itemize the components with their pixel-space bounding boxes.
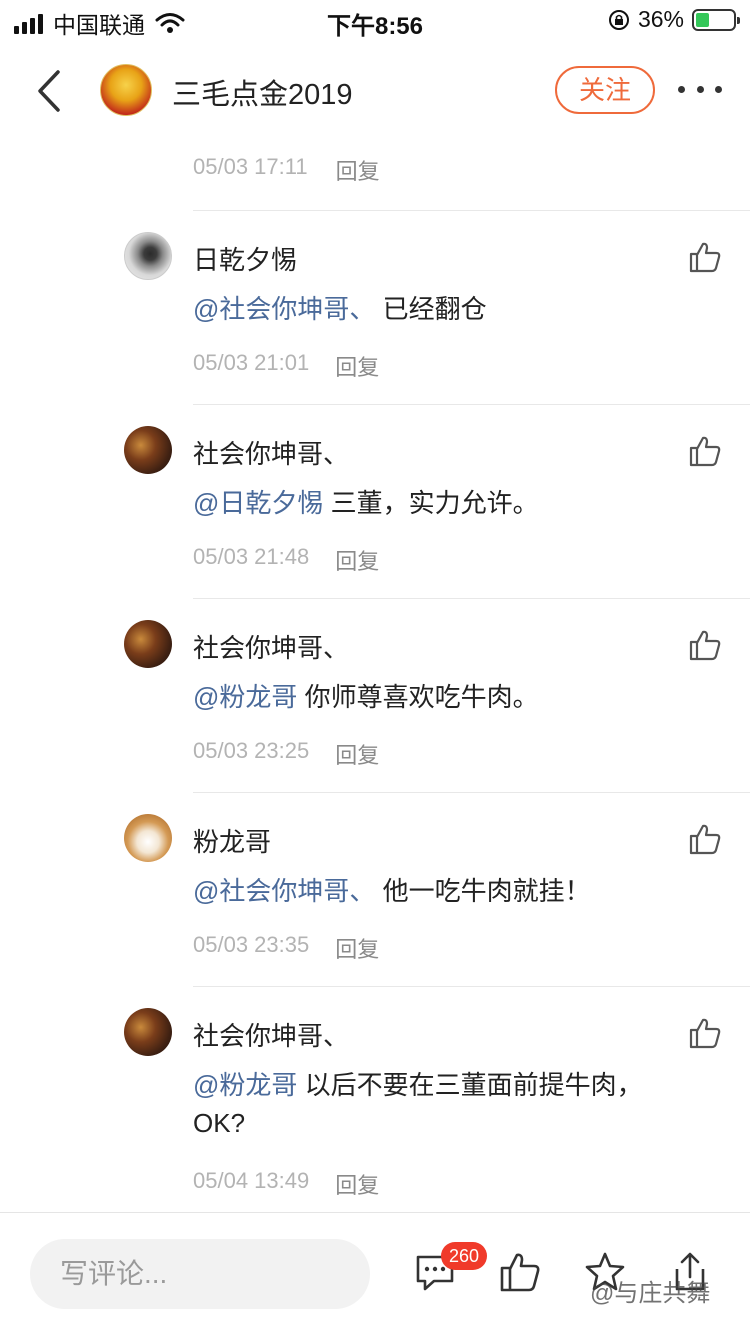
reply-body: 已经翻仓 xyxy=(375,294,487,324)
user-name[interactable]: 日乾夕惕 xyxy=(193,240,297,277)
mention-link[interactable]: @粉龙哥 xyxy=(193,682,297,712)
status-right: 36% xyxy=(608,6,740,33)
follow-button[interactable]: 关注 xyxy=(555,66,655,114)
comment-count-badge: 260 xyxy=(441,1242,487,1270)
reply-button[interactable]: 回复 xyxy=(335,350,379,382)
reply-item: 社会你坤哥、 @粉龙哥 你师尊喜欢吃牛肉。 05/03 23:25 回复 xyxy=(0,598,750,792)
reply-meta: 05/03 23:25 回复 xyxy=(193,738,379,770)
mention-link[interactable]: @社会你坤哥、 xyxy=(193,294,375,324)
user-avatar[interactable] xyxy=(124,1008,172,1056)
thumbs-up-icon[interactable] xyxy=(688,822,722,856)
divider xyxy=(193,792,750,793)
reply-body: 三董，实力允许。 xyxy=(323,488,539,518)
mention-link[interactable]: @社会你坤哥、 xyxy=(193,876,375,906)
user-avatar[interactable] xyxy=(124,426,172,474)
thumbs-up-icon[interactable] xyxy=(688,434,722,468)
thumbs-up-icon[interactable] xyxy=(688,1016,722,1050)
reply-time: 05/04 13:49 xyxy=(193,1168,310,1193)
reply-time: 05/03 21:48 xyxy=(193,544,310,569)
parent-comment-meta: 05/03 17:11 回复 xyxy=(193,154,380,186)
page-title[interactable]: 三毛点金2019 xyxy=(172,71,353,113)
orientation-lock-icon xyxy=(608,9,629,30)
thumbs-up-icon[interactable] xyxy=(499,1251,541,1293)
battery-fill xyxy=(696,12,709,27)
reply-text: @粉龙哥 以后不要在三董面前提牛肉，OK? xyxy=(193,1066,673,1142)
mention-link[interactable]: @粉龙哥 xyxy=(193,1070,297,1100)
reply-item: 粉龙哥 @社会你坤哥、 他一吃牛肉就挂！ 05/03 23:35 回复 xyxy=(0,792,750,986)
reply-item: 社会你坤哥、 @粉龙哥 以后不要在三董面前提牛肉，OK? 05/04 13:49… xyxy=(0,986,750,1212)
divider xyxy=(193,210,750,211)
thumbs-up-icon[interactable] xyxy=(688,240,722,274)
user-name[interactable]: 社会你坤哥、 xyxy=(193,1016,349,1053)
user-avatar[interactable] xyxy=(124,620,172,668)
reply-button[interactable]: 回复 xyxy=(335,738,379,770)
user-name[interactable]: 社会你坤哥、 xyxy=(193,628,349,665)
thumbs-up-icon[interactable] xyxy=(688,628,722,662)
reply-meta: 05/04 13:49 回复 xyxy=(193,1168,379,1200)
divider xyxy=(193,598,750,599)
comment-input[interactable]: 写评论... xyxy=(30,1239,370,1309)
reply-text: @日乾夕惕 三董，实力允许。 xyxy=(193,484,673,522)
mention-link[interactable]: @日乾夕惕 xyxy=(193,488,323,518)
reply-button[interactable]: 回复 xyxy=(335,1168,379,1200)
reply-body: 你师尊喜欢吃牛肉。 xyxy=(297,682,539,712)
reply-button[interactable]: 回复 xyxy=(336,154,380,186)
watermark-text: @与庄共舞 xyxy=(590,1280,711,1307)
reply-button[interactable]: 回复 xyxy=(335,932,379,964)
reply-time: 05/03 23:25 xyxy=(193,738,310,763)
more-icon[interactable] xyxy=(678,74,722,104)
reply-body: 他一吃牛肉就挂！ xyxy=(375,876,591,906)
reply-item: 日乾夕惕 @社会你坤哥、 已经翻仓 05/03 21:01 回复 xyxy=(0,210,750,404)
status-bar: 中国联通 下午8:56 36% xyxy=(0,0,750,44)
reply-text: @粉龙哥 你师尊喜欢吃牛肉。 xyxy=(193,678,673,716)
reply-meta: 05/03 21:48 回复 xyxy=(193,544,379,576)
reply-item: 社会你坤哥、 @日乾夕惕 三董，实力允许。 05/03 21:48 回复 xyxy=(0,404,750,598)
reply-meta: 05/03 21:01 回复 xyxy=(193,350,379,382)
author-avatar[interactable] xyxy=(100,64,152,116)
reply-button[interactable]: 回复 xyxy=(335,544,379,576)
nav-header: 三毛点金2019 关注 xyxy=(0,44,750,136)
comment-time: 05/03 17:11 xyxy=(193,154,308,179)
user-name[interactable]: 社会你坤哥、 xyxy=(193,434,349,471)
reply-text: @社会你坤哥、 已经翻仓 xyxy=(193,290,673,328)
battery-percent: 36% xyxy=(637,6,684,32)
reply-time: 05/03 21:01 xyxy=(193,350,310,375)
divider xyxy=(193,986,750,987)
back-icon[interactable] xyxy=(30,66,70,116)
battery-icon xyxy=(692,8,740,31)
user-name[interactable]: 粉龙哥 xyxy=(193,822,271,859)
user-avatar[interactable] xyxy=(124,232,172,280)
reply-time: 05/03 23:35 xyxy=(193,932,310,957)
user-avatar[interactable] xyxy=(124,814,172,862)
bottom-action-bar: 写评论... 260 @与庄共舞 xyxy=(0,1212,750,1334)
divider xyxy=(193,404,750,405)
reply-meta: 05/03 23:35 回复 xyxy=(193,932,379,964)
reply-text: @社会你坤哥、 他一吃牛肉就挂！ xyxy=(193,872,673,910)
